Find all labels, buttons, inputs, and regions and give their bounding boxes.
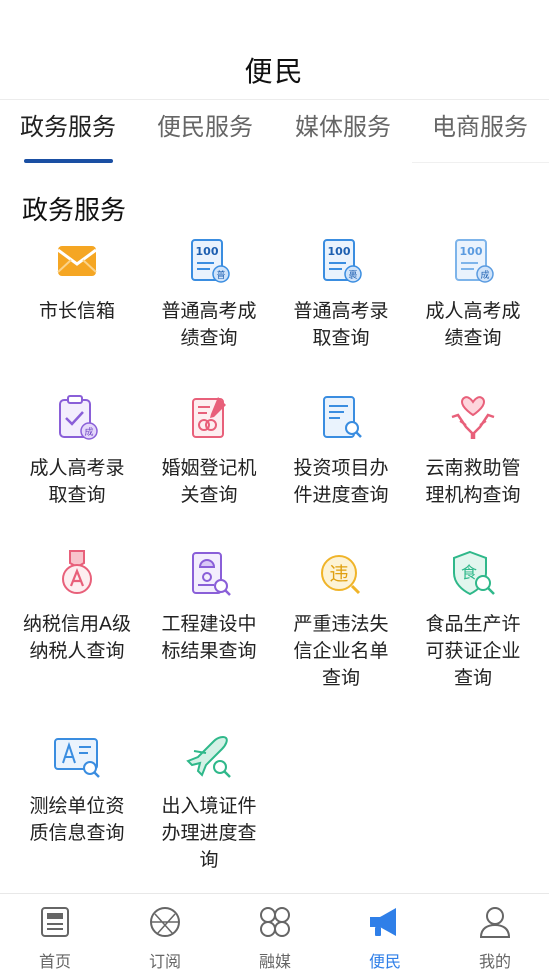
glyph-score: 普 xyxy=(216,269,225,281)
tab-media-services[interactable]: 媒体服务 xyxy=(295,107,391,147)
section-title: 政务服务 xyxy=(22,196,127,226)
service-item-tax-credit[interactable]: 纳税信用A级纳税人查询 xyxy=(11,549,143,665)
service-item-gaokao-admission[interactable]: 100 裹 普通高考录取查询 xyxy=(275,236,407,352)
nav-home[interactable]: 首页 xyxy=(0,902,110,972)
nav-profile[interactable]: 我的 xyxy=(440,902,549,972)
glyph-food: 食 xyxy=(461,563,477,582)
service-label: 严重违法失信企业名单查询 xyxy=(293,613,389,689)
glyph-adult: 成 xyxy=(480,269,489,281)
tabs-fade xyxy=(412,101,549,163)
glyph-violation: 违 xyxy=(329,563,348,585)
service-label: 普通高考录取查询 xyxy=(293,300,389,349)
service-item-gaokao-score[interactable]: 100 普 普通高考成绩查询 xyxy=(143,236,275,352)
nav-subscribe[interactable]: 订阅 xyxy=(110,902,220,972)
service-item-immigration-progress[interactable]: 出入境证件办理进度查询 xyxy=(143,731,275,874)
tab-government-services[interactable]: 政务服务 xyxy=(20,107,116,147)
service-item-construction-bid[interactable]: 工程建设中标结果查询 xyxy=(143,549,275,665)
active-tab-indicator xyxy=(24,159,113,163)
nav-label: 融媒 xyxy=(258,952,291,971)
service-item-rescue-agency[interactable]: 云南救助管理机构查询 xyxy=(407,393,539,509)
service-label: 食品生产许可获证企业查询 xyxy=(425,613,521,689)
service-item-investment-progress[interactable]: 投资项目办件进度查询 xyxy=(275,393,407,509)
service-label: 云南救助管理机构查询 xyxy=(425,457,521,506)
app-header: 便民 xyxy=(0,0,549,100)
score-number-text: 100 xyxy=(196,245,219,258)
hands-heart-icon xyxy=(451,396,495,439)
news-icon xyxy=(41,907,69,937)
mail-icon xyxy=(57,246,97,276)
user-icon xyxy=(479,907,511,938)
service-label: 工程建设中标结果查询 xyxy=(161,613,257,662)
marriage-document-icon xyxy=(192,397,226,438)
medal-icon xyxy=(62,550,92,594)
service-item-dishonest-enterprises[interactable]: 违 严重违法失信企业名单查询 xyxy=(275,549,407,692)
nav-convenience[interactable]: 便民 xyxy=(330,902,440,972)
service-grid: 市长信箱 100 普 普通高考成绩查询 100 裹 普通高考录取查询 100 成… xyxy=(0,236,549,876)
score-report-icon: 100 普 xyxy=(191,239,230,283)
service-label: 成人高考录取查询 xyxy=(29,457,125,506)
nav-label: 订阅 xyxy=(148,952,181,971)
service-label: 出入境证件办理进度查询 xyxy=(161,795,257,871)
megaphone-icon xyxy=(370,908,396,936)
service-item-adult-score[interactable]: 100 成 成人高考成绩查询 xyxy=(407,236,539,352)
page-title: 便民 xyxy=(244,55,305,88)
violation-icon: 违 xyxy=(321,555,361,595)
bottom-navigation: 首页 订阅 融媒 便民 我的 xyxy=(0,893,549,976)
service-label: 普通高考成绩查询 xyxy=(161,300,257,349)
food-shield-icon: 食 xyxy=(453,550,495,596)
airplane-search-icon xyxy=(186,736,231,778)
nav-label: 我的 xyxy=(478,952,511,971)
service-label: 测绘单位资质信息查询 xyxy=(29,795,125,844)
service-label: 婚姻登记机关查询 xyxy=(161,457,257,506)
glyph-admission: 裹 xyxy=(348,269,357,281)
subscribe-icon xyxy=(150,907,180,937)
service-item-marriage-registry[interactable]: 婚姻登记机关查询 xyxy=(143,393,275,509)
service-item-mayor-mailbox[interactable]: 市长信箱 xyxy=(11,236,143,325)
admission-report-icon: 100 裹 xyxy=(323,239,362,283)
document-search-icon xyxy=(323,396,362,438)
category-tabs: 政务服务 便民服务 媒体服务 电商服务 xyxy=(0,101,549,165)
nav-label: 便民 xyxy=(368,952,401,971)
service-item-surveying-qualification[interactable]: 测绘单位资质信息查询 xyxy=(11,731,143,847)
construction-search-icon xyxy=(192,552,231,596)
service-item-food-license[interactable]: 食 食品生产许可获证企业查询 xyxy=(407,549,539,692)
service-label: 投资项目办件进度查询 xyxy=(293,457,389,506)
nav-label: 首页 xyxy=(38,952,71,971)
service-label: 市长信箱 xyxy=(38,300,115,322)
tab-convenience-services[interactable]: 便民服务 xyxy=(157,107,253,147)
nav-media[interactable]: 融媒 xyxy=(220,902,330,972)
adult-number-text: 100 xyxy=(460,245,483,258)
survey-icon xyxy=(54,738,100,778)
service-label: 纳税信用A级纳税人查询 xyxy=(23,613,131,662)
admission-number-text: 100 xyxy=(328,245,351,258)
service-label: 成人高考成绩查询 xyxy=(425,300,521,349)
service-item-adult-admission[interactable]: 成 成人高考录取查询 xyxy=(11,393,143,509)
grid-icon xyxy=(260,907,290,937)
adult-score-icon: 100 成 xyxy=(455,239,494,283)
clipboard-check-icon: 成 xyxy=(59,395,98,440)
glyph-adult-admission: 成 xyxy=(84,426,93,438)
